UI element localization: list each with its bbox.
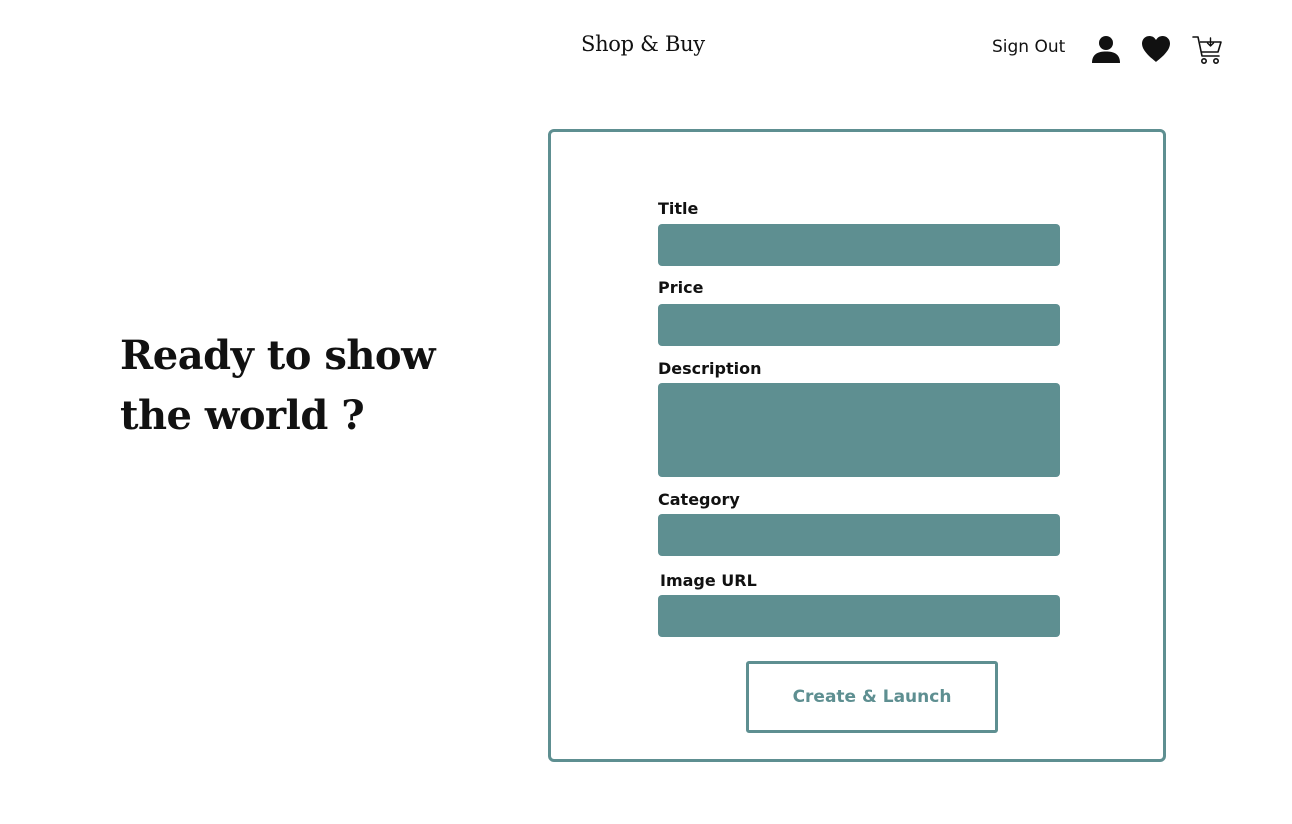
heart-icon[interactable]	[1141, 35, 1171, 63]
hero-heading: Ready to show the world ?	[120, 326, 500, 446]
create-product-form: Title Price Description Category Image U…	[548, 129, 1166, 762]
hero-line-1: Ready to show	[120, 332, 436, 379]
price-input[interactable]	[658, 304, 1060, 346]
create-launch-button[interactable]: Create & Launch	[746, 661, 998, 733]
sign-out-link[interactable]: Sign Out	[992, 37, 1065, 57]
description-label: Description	[658, 359, 762, 378]
image-url-input[interactable]	[658, 595, 1060, 637]
title-label: Title	[658, 199, 699, 218]
image-url-label: Image URL	[660, 571, 757, 590]
price-label: Price	[658, 278, 704, 297]
hero-line-2: the world ?	[120, 392, 365, 439]
title-input[interactable]	[658, 224, 1060, 266]
brand-logo[interactable]: Shop & Buy	[581, 32, 705, 56]
category-label: Category	[658, 490, 740, 509]
category-input[interactable]	[658, 514, 1060, 556]
user-icon[interactable]	[1091, 34, 1121, 64]
description-input[interactable]	[658, 383, 1060, 477]
cart-icon[interactable]	[1192, 34, 1224, 66]
